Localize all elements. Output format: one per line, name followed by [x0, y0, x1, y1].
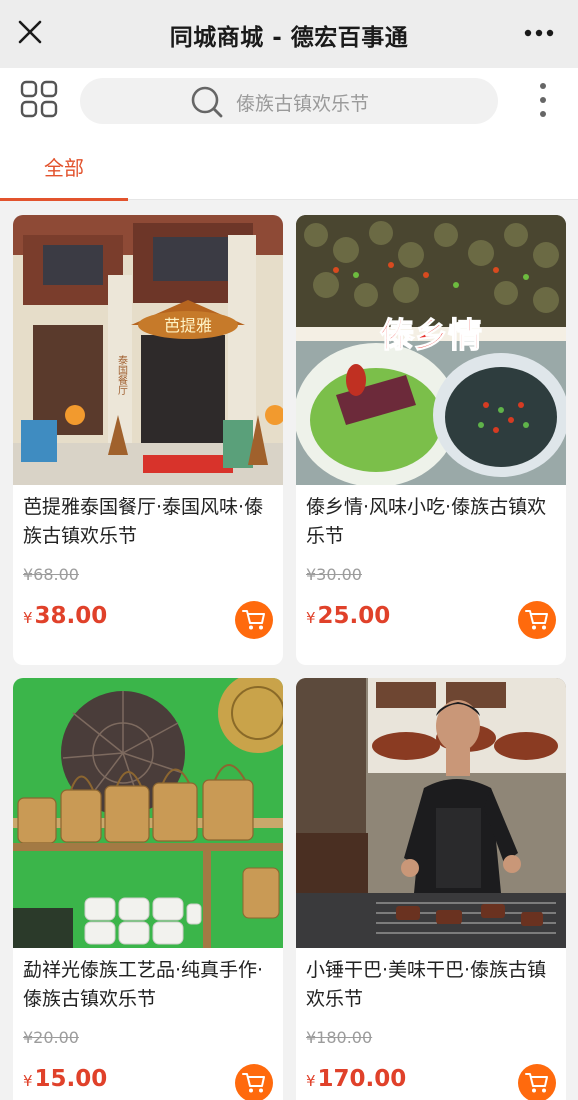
brand-overlay-text: 傣乡情 [380, 316, 482, 356]
restaurant-sign-text: 芭提雅 [164, 316, 212, 335]
original-price: ¥180.00 [306, 1028, 373, 1047]
product-name[interactable]: 芭提雅泰国餐厅·泰国风味·傣族古镇欢乐节 [23, 493, 277, 551]
add-to-cart-button[interactable] [235, 601, 273, 639]
product-image[interactable]: 傣乡情 [296, 215, 566, 485]
page-title: 同城商城 - 德宏百事通 [169, 25, 409, 51]
sale-price: ¥170.00 [306, 1066, 406, 1092]
product-card[interactable]: 芭提雅 泰国餐厅 芭提雅泰国餐厅·泰国风味·傣族古镇欢乐节 ¥68.00 ¥38… [13, 215, 283, 665]
product-name[interactable]: 傣乡情·风味小吃·傣族古镇欢乐节 [306, 493, 560, 551]
product-image[interactable]: 芭提雅 泰国餐厅 [13, 215, 283, 485]
original-price: ¥68.00 [23, 565, 79, 584]
price-amount: 170.00 [317, 1066, 407, 1092]
category-tabs: 全部 [0, 138, 578, 201]
restaurant-side-text: 泰国餐厅 [116, 354, 128, 395]
tab-all[interactable]: 全部 [0, 138, 128, 201]
add-to-cart-button[interactable] [235, 1064, 273, 1100]
title-bar: 同城商城 - 德宏百事通 [0, 0, 578, 68]
search-placeholder: 傣族古镇欢乐节 [236, 93, 370, 115]
add-to-cart-button[interactable] [518, 1064, 556, 1100]
cart-icon [525, 1073, 548, 1093]
cart-icon [242, 1073, 265, 1093]
original-price: ¥30.00 [306, 565, 362, 584]
search-row: 傣族古镇欢乐节 [0, 68, 578, 138]
sale-price: ¥15.00 [23, 1066, 107, 1092]
price-amount: 38.00 [34, 603, 108, 629]
more-options-icon[interactable] [524, 28, 554, 38]
currency-symbol: ¥ [23, 1072, 33, 1090]
sale-price: ¥25.00 [306, 603, 390, 629]
product-name[interactable]: 小锤干巴·美味干巴·傣族古镇欢乐节 [306, 956, 560, 1014]
original-price: ¥20.00 [23, 1028, 79, 1047]
currency-symbol: ¥ [23, 609, 33, 627]
currency-symbol: ¥ [306, 1072, 316, 1090]
cart-icon [525, 610, 548, 630]
sale-price: ¥38.00 [23, 603, 107, 629]
search-input[interactable]: 傣族古镇欢乐节 [80, 78, 498, 124]
product-name[interactable]: 勐祥光傣族工艺品·纯真手作·傣族古镇欢乐节 [23, 956, 277, 1014]
product-card[interactable]: 傣乡情 傣乡情·风味小吃·傣族古镇欢乐节 ¥30.00 ¥25.00 [296, 215, 566, 665]
add-to-cart-button[interactable] [518, 601, 556, 639]
search-icon [191, 86, 223, 118]
category-grid-icon[interactable] [20, 80, 58, 118]
cart-icon [242, 610, 265, 630]
currency-symbol: ¥ [306, 609, 316, 627]
product-image[interactable] [296, 678, 566, 948]
vertical-more-icon[interactable] [538, 82, 548, 118]
price-amount: 15.00 [34, 1066, 108, 1092]
price-amount: 25.00 [317, 603, 391, 629]
product-image[interactable] [13, 678, 283, 948]
product-card[interactable]: 勐祥光傣族工艺品·纯真手作·傣族古镇欢乐节 ¥20.00 ¥15.00 [13, 678, 283, 1100]
product-card[interactable]: 小锤干巴·美味干巴·傣族古镇欢乐节 ¥180.00 ¥170.00 [296, 678, 566, 1100]
